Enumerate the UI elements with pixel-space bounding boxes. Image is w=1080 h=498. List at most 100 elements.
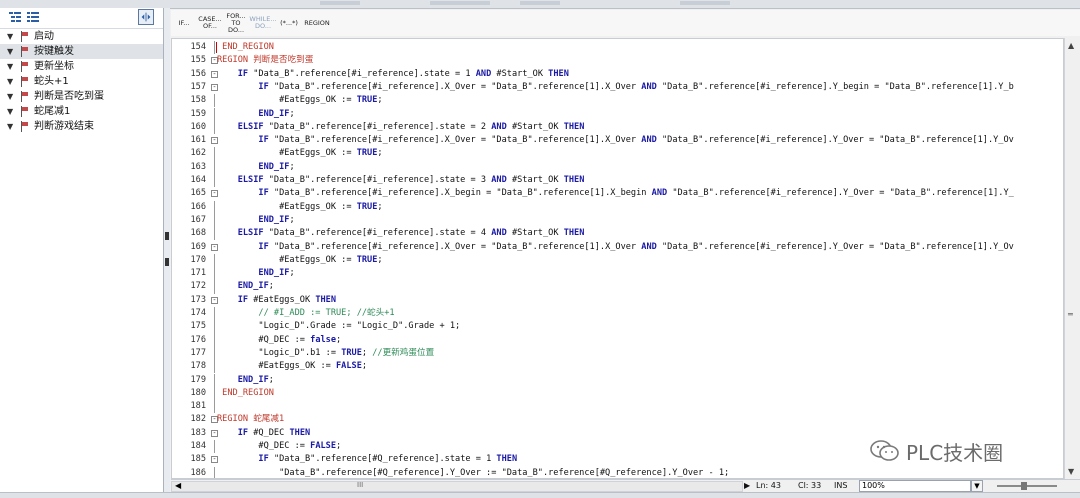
tree-item-label: 按键触发 [34, 46, 74, 57]
scroll-down-icon[interactable]: ▼ [1068, 467, 1074, 476]
code-line[interactable]: 155- REGION 判断是否吃到蛋 [172, 54, 1063, 67]
expand-arrow-icon[interactable]: ▼ [7, 104, 13, 119]
code-line[interactable]: 154 END_REGION [172, 41, 1063, 55]
scroll-thumb[interactable]: ═ [1068, 310, 1073, 319]
instruction-button[interactable]: REGION [302, 12, 332, 34]
line-number: 183 [190, 427, 206, 438]
code-line[interactable]: 177 "Logic_D".b1 := TRUE; //更新鸡蛋位置 [172, 346, 1063, 361]
code-line[interactable]: 156- IF "Data_B".reference[#i_reference]… [172, 68, 1063, 81]
instruction-button[interactable]: CASE... OF... [198, 12, 222, 34]
horizontal-scroll-thumb[interactable]: III [357, 481, 363, 489]
fold-guide [214, 267, 215, 281]
expand-arrow-icon[interactable]: ▼ [7, 89, 13, 104]
line-number: 170 [190, 254, 206, 265]
scroll-up-icon[interactable]: ▲ [1068, 41, 1074, 50]
fold-guide [214, 147, 215, 161]
pane-splitter[interactable] [164, 8, 170, 492]
scl-code-editor[interactable]: 154 END_REGION 155- REGION 判断是否吃到蛋 156- IF … [171, 38, 1064, 479]
code-text: "Logic_D".b1 := TRUE; //更新鸡蛋位置 [217, 347, 435, 358]
line-number: 175 [190, 321, 206, 332]
code-line[interactable]: 162 #EatEggs_OK := TRUE; [172, 147, 1063, 161]
tree-item-label: 蛇头+1 [34, 76, 69, 87]
collapse-all-icon[interactable] [26, 10, 40, 24]
code-line[interactable]: 180 END_REGION [172, 386, 1063, 401]
code-line[interactable]: 173- IF #EatEggs_OK THEN [172, 294, 1063, 307]
tree-item-label: 判断是否吃到蛋 [34, 91, 104, 102]
code-line[interactable]: 158 #EatEggs_OK := TRUE; [172, 94, 1063, 108]
expand-right-icon[interactable] [165, 258, 169, 266]
status-bar: ◀ III ▶ Ln: 43 Cl: 33 INS 100% ▼ [171, 479, 1080, 493]
line-number: 181 [190, 401, 206, 412]
expand-all-icon[interactable] [8, 10, 22, 24]
code-line[interactable]: 176 #Q_DEC := false; [172, 333, 1063, 347]
instruction-button[interactable]: (*...*) [279, 12, 299, 34]
code-line[interactable]: 186 "Data_B".reference[#Q_reference].Y_O… [172, 466, 1063, 478]
code-text: END_REGION [217, 42, 274, 52]
line-number: 176 [190, 334, 206, 345]
region-flag-icon [21, 106, 28, 117]
region-flag-icon [21, 31, 28, 42]
tree-item[interactable]: ▼ 更新坐标 [0, 59, 163, 74]
code-line[interactable]: 172 END_IF; [172, 280, 1063, 294]
instruction-button[interactable]: IF... [173, 12, 195, 34]
code-line[interactable]: 181 [172, 400, 1063, 414]
collapse-left-icon[interactable] [165, 232, 169, 240]
code-line[interactable]: 159 END_IF; [172, 107, 1063, 121]
code-text: END_IF; [258, 214, 295, 225]
region-flag-icon [21, 91, 28, 102]
expand-arrow-icon[interactable]: ▼ [7, 74, 13, 89]
zoom-dropdown-icon[interactable]: ▼ [971, 480, 983, 492]
code-text: END_IF; [258, 108, 295, 119]
tree-item[interactable]: ▼ 蛇头+1 [0, 74, 163, 89]
expand-arrow-icon[interactable]: ▼ [7, 119, 13, 134]
tree-item[interactable]: ▼ 按键触发 [0, 44, 163, 59]
expand-arrow-icon[interactable]: ▼ [7, 29, 13, 44]
code-line[interactable]: 175 "Logic_D".Grade := "Logic_D".Grade +… [172, 320, 1063, 334]
code-line[interactable]: 163 END_IF; [172, 160, 1063, 174]
code-line[interactable]: 174 // #I_ADD := TRUE; //蛇头+1 [172, 307, 1063, 321]
vertical-scrollbar[interactable]: ▲ ═ ▼ [1064, 38, 1080, 479]
code-line[interactable]: 178 #EatEggs_OK := FALSE; [172, 360, 1063, 374]
tree-item[interactable]: ▼ 启动 [0, 29, 163, 44]
scroll-left-icon[interactable]: ◀ [175, 481, 181, 490]
region-flag-icon [21, 121, 28, 132]
horizontal-scrollbar[interactable]: ◀ III [171, 481, 743, 492]
code-line[interactable]: 165- IF "Data_B".reference[#i_reference]… [172, 187, 1063, 200]
line-indicator: Ln: 43 [756, 481, 781, 490]
instruction-button[interactable]: FOR... TO DO... [224, 12, 248, 34]
zoom-field[interactable]: 100% [859, 480, 971, 492]
tree-item[interactable]: ▼ 蛇尾减1 [0, 104, 163, 119]
code-line[interactable]: 171 END_IF; [172, 267, 1063, 281]
code-text: // #I_ADD := TRUE; //蛇头+1 [217, 308, 395, 318]
code-line[interactable]: 167 END_IF; [172, 213, 1063, 228]
code-line[interactable]: 179 END_IF; [172, 373, 1063, 387]
expand-arrow-icon[interactable]: ▼ [7, 44, 13, 59]
tree-toolbar [0, 8, 163, 29]
region-flag-icon [21, 76, 28, 87]
watermark-text: PLC技术圈 [906, 440, 1004, 465]
line-number: 162 [190, 148, 206, 159]
expand-arrow-icon[interactable]: ▼ [7, 59, 13, 74]
code-line[interactable]: 169- IF "Data_B".reference[#i_reference]… [172, 241, 1063, 254]
code-line[interactable]: 170 #EatEggs_OK := TRUE; [172, 253, 1063, 268]
scroll-right-icon[interactable]: ▶ [744, 481, 750, 490]
code-text: #Q_DEC := FALSE; [217, 441, 342, 451]
code-line[interactable]: 160 ELSIF "Data_B".reference[#i_referenc… [172, 120, 1063, 135]
line-number: 159 [190, 108, 206, 119]
tree-item[interactable]: ▼ 判断游戏结束 [0, 119, 163, 134]
code-line[interactable]: 166 #EatEggs_OK := TRUE; [172, 200, 1063, 214]
watermark: PLC技术圈 [870, 436, 1003, 466]
zoom-slider[interactable] [997, 485, 1057, 487]
wechat-logo-icon [870, 440, 899, 461]
code-line[interactable]: 182- REGION 蛇尾减1 [172, 413, 1063, 426]
code-line[interactable]: 168 ELSIF "Data_B".reference[#i_referenc… [172, 227, 1063, 241]
zoom-slider-handle[interactable] [1021, 482, 1027, 490]
tree-item[interactable]: ▼ 判断是否吃到蛋 [0, 89, 163, 104]
sync-view-icon[interactable] [138, 9, 154, 25]
code-line[interactable]: 157- IF "Data_B".reference[#i_reference]… [172, 81, 1063, 94]
code-text: "Data_B".reference[#Q_reference].Y_Over … [217, 467, 730, 478]
instruction-button[interactable]: WHILE... DO... [249, 12, 276, 34]
code-line[interactable]: 161- IF "Data_B".reference[#i_reference]… [172, 134, 1063, 147]
fold-guide [214, 373, 215, 387]
code-line[interactable]: 164 ELSIF "Data_B".reference[#i_referenc… [172, 174, 1063, 188]
